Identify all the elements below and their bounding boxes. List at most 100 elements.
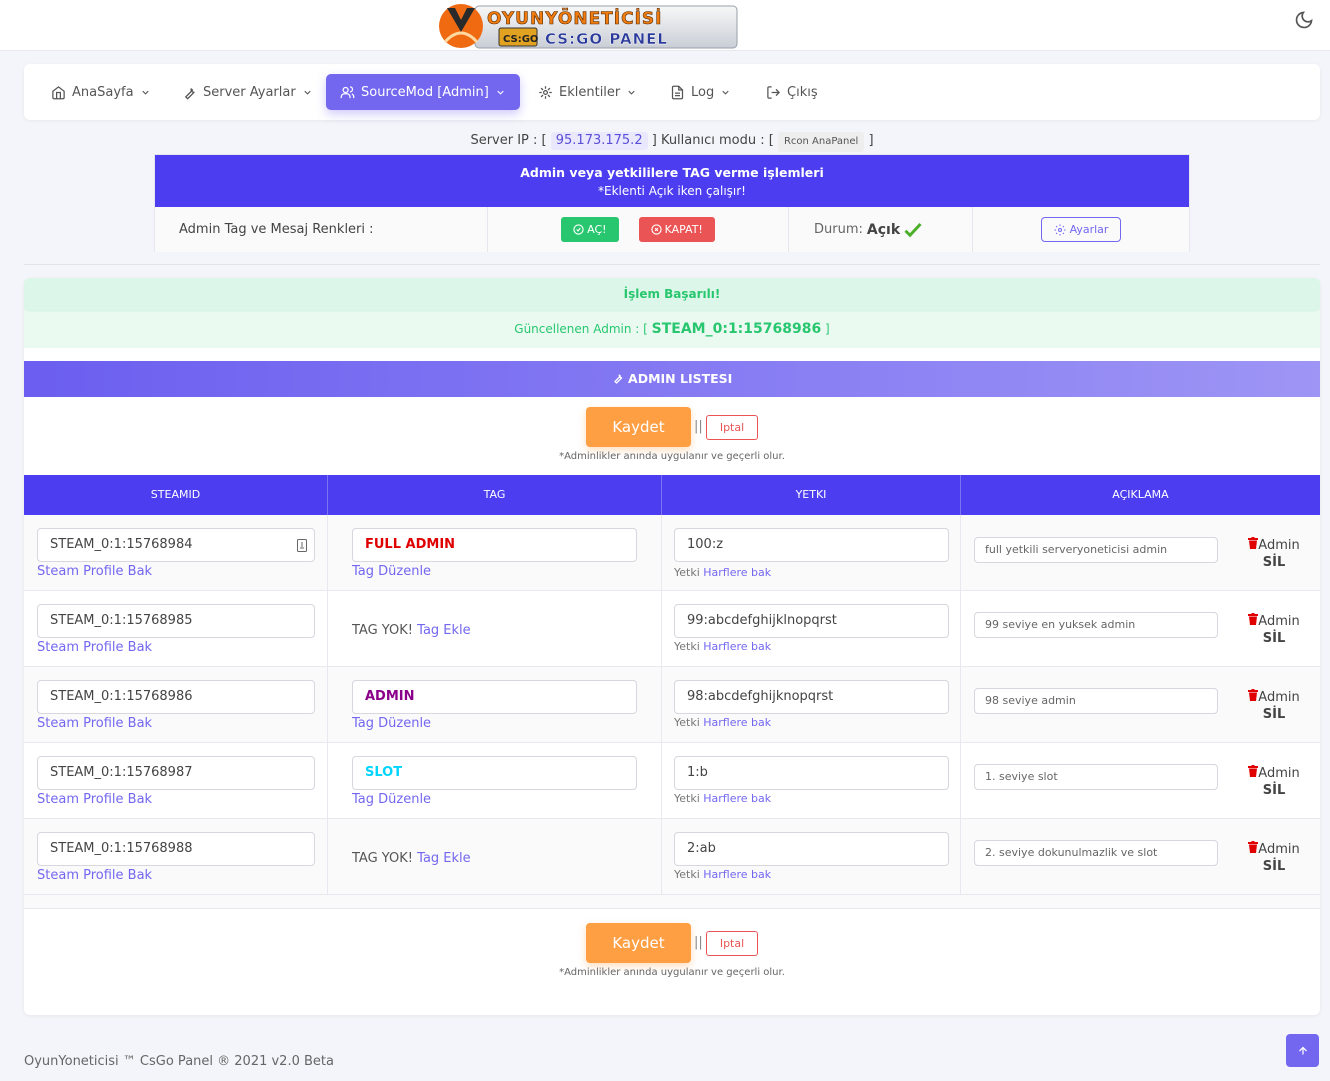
- chevron-down-icon: [141, 90, 149, 95]
- admin-list-header: ADMIN LISTESI: [24, 361, 1320, 397]
- yetki-link[interactable]: Harflere bak: [703, 792, 771, 805]
- delete-label-bottom: SİL: [1262, 631, 1286, 646]
- tag-input[interactable]: ADMIN: [352, 680, 637, 714]
- dark-mode-moon-icon[interactable]: [1294, 10, 1314, 30]
- nav-item-server-ayarlar[interactable]: Server Ayarlar: [182, 74, 313, 110]
- delete-label-top: Admin: [1258, 614, 1300, 629]
- col-aciklama: AÇIKLAMA: [1112, 488, 1169, 501]
- yetki-input[interactable]: 98:abcdefghijknopqrst: [674, 680, 949, 714]
- aciklama-input[interactable]: 1. seviye slot: [974, 764, 1218, 790]
- tag-input[interactable]: FULL ADMIN: [352, 528, 637, 562]
- delete-admin-button[interactable]: Admin SİL: [1246, 841, 1302, 875]
- admin-list-title: ADMIN LISTESI: [628, 371, 733, 386]
- aciklama-input[interactable]: full yetkili serveryoneticisi admin: [974, 537, 1218, 563]
- scroll-to-top-button[interactable]: [1286, 1034, 1319, 1067]
- yetki-label: Yetki: [674, 868, 700, 881]
- success-alert: İşlem Başarılı!: [24, 278, 1320, 310]
- nav-item-sourcemod-admin[interactable]: SourceMod [Admin]: [326, 74, 520, 110]
- wrench-icon: [184, 87, 195, 100]
- updated-admin-alert: Güncellenen Admin : [ STEAM_0:1:15768986…: [24, 312, 1320, 348]
- nav-item-log[interactable]: Log: [670, 74, 731, 110]
- delete-label-top: Admin: [1258, 766, 1300, 781]
- status-label: Durum:: [814, 222, 863, 237]
- yetki-input[interactable]: 2:ab: [674, 832, 949, 866]
- user-mode-chip: Rcon AnaPanel: [777, 132, 865, 152]
- aciklama-input[interactable]: 2. seviye dokunulmazlik ve slot: [974, 840, 1218, 866]
- steamid-input[interactable]: STEAM_0:1:15768987: [37, 756, 315, 790]
- svg-text:CS:GO PANEL: CS:GO PANEL: [545, 30, 668, 48]
- delete-admin-button[interactable]: Admin SİL: [1246, 689, 1302, 723]
- steamid-input[interactable]: STEAM_0:1:15768984: [37, 528, 315, 562]
- status-cell: Durum: Açık: [789, 207, 973, 252]
- disable-button[interactable]: KAPAT!: [638, 217, 715, 242]
- steam-profile-link[interactable]: Steam Profile Bak: [37, 640, 152, 655]
- nav-item-anasayfa[interactable]: AnaSayfa: [51, 74, 151, 110]
- tag-none: TAG YOK! Tag Ekle: [352, 851, 471, 866]
- tag-settings-row: Admin Tag ve Mesaj Renkleri : AÇ! KAPAT!…: [155, 207, 1189, 252]
- aciklama-input[interactable]: 98 seviye admin: [974, 688, 1218, 714]
- aciklama-input[interactable]: 99 seviye en yuksek admin: [974, 612, 1218, 638]
- table-footer-spacer: [24, 895, 1320, 909]
- steamid-input[interactable]: STEAM_0:1:15768986: [37, 680, 315, 714]
- bottom-save-bar: Kaydet || Iptal *Adminlikler anında uygu…: [24, 923, 1320, 983]
- steam-profile-link[interactable]: Steam Profile Bak: [37, 868, 152, 883]
- tag-add-link[interactable]: Tag Ekle: [417, 851, 471, 866]
- yetki-input[interactable]: 99:abcdefghijklnopqrst: [674, 604, 949, 638]
- tag-settings-header: Admin veya yetkililere TAG verme işlemle…: [155, 155, 1189, 207]
- home-icon: [52, 85, 65, 99]
- table-row: STEAM_0:1:15768987 Steam Profile Bak SLO…: [24, 743, 1320, 819]
- nav-item-eklentiler[interactable]: Eklentiler: [538, 74, 637, 110]
- nav-item-cikis[interactable]: Çıkış: [766, 74, 818, 110]
- file-icon: [671, 85, 684, 99]
- users-icon: [340, 85, 355, 98]
- server-info: Server IP : [ 95.173.175.2 ] Kullanıcı m…: [0, 132, 1330, 152]
- nav-label: AnaSayfa: [72, 84, 134, 100]
- steamid-input[interactable]: STEAM_0:1:15768985: [37, 604, 315, 638]
- yetki-input[interactable]: 100:z: [674, 528, 949, 562]
- settings-button[interactable]: Ayarlar: [1040, 217, 1122, 242]
- top-bar: OYUNYÖNETİCİSİ CS:GO CS:GO PANEL: [0, 0, 1330, 51]
- table-row: STEAM_0:1:15768985 Steam Profile Bak TAG…: [24, 591, 1320, 667]
- delete-admin-button[interactable]: Admin SİL: [1246, 537, 1302, 571]
- cancel-button[interactable]: Iptal: [706, 415, 758, 440]
- admin-list-card: İşlem Başarılı! Güncellenen Admin : [ ST…: [24, 278, 1320, 1015]
- footer-text: OyunYoneticisi ™ CsGo Panel ® 2021 v2.0 …: [24, 1054, 334, 1069]
- brand-logo[interactable]: OYUNYÖNETİCİSİ CS:GO CS:GO PANEL: [435, 2, 741, 51]
- cancel-button[interactable]: Iptal: [706, 931, 758, 956]
- save-button[interactable]: Kaydet: [586, 923, 691, 963]
- trash-icon: [1248, 689, 1259, 701]
- tag-edit-link[interactable]: Tag Düzenle: [352, 716, 431, 731]
- yetki-link[interactable]: Harflere bak: [703, 868, 771, 881]
- yetki-link[interactable]: Harflere bak: [703, 716, 771, 729]
- plugin-icon: [539, 85, 552, 99]
- yetki-link[interactable]: Harflere bak: [703, 640, 771, 653]
- table-row: STEAM_0:1:15768988 Steam Profile Bak TAG…: [24, 819, 1320, 895]
- x-circle-icon: [650, 224, 662, 235]
- enable-button[interactable]: AÇ!: [561, 217, 619, 242]
- steam-profile-link[interactable]: Steam Profile Bak: [37, 564, 152, 579]
- trash-icon: [1248, 841, 1259, 853]
- delete-admin-button[interactable]: Admin SİL: [1246, 613, 1302, 647]
- table-header: STEAMID TAG YETKI AÇIKLAMA: [24, 475, 1320, 515]
- chevron-down-icon: [628, 90, 635, 95]
- tag-edit-link[interactable]: Tag Düzenle: [352, 792, 431, 807]
- steam-profile-link[interactable]: Steam Profile Bak: [37, 716, 152, 731]
- save-button[interactable]: Kaydet: [586, 407, 691, 447]
- settings-cell: Ayarlar: [973, 207, 1189, 252]
- tag-input[interactable]: SLOT: [352, 756, 637, 790]
- separator: ||: [694, 935, 703, 950]
- password-manager-icon[interactable]: [296, 539, 308, 552]
- yetki-label: Yetki: [674, 792, 700, 805]
- updated-label: Güncellenen Admin : [: [514, 322, 648, 336]
- table-row: STEAM_0:1:15768986 Steam Profile Bak ADM…: [24, 667, 1320, 743]
- steam-profile-link[interactable]: Steam Profile Bak: [37, 792, 152, 807]
- delete-label-bottom: SİL: [1262, 859, 1286, 874]
- tag-add-link[interactable]: Tag Ekle: [417, 623, 471, 638]
- delete-admin-button[interactable]: Admin SİL: [1246, 765, 1302, 799]
- steamid-input[interactable]: STEAM_0:1:15768988: [37, 832, 315, 866]
- yetki-link[interactable]: Harflere bak: [703, 566, 771, 579]
- tag-edit-link[interactable]: Tag Düzenle: [352, 564, 431, 579]
- tag-none-label: TAG YOK!: [352, 851, 414, 866]
- yetki-input[interactable]: 1:b: [674, 756, 949, 790]
- save-note: *Adminlikler anında uygulanır ve geçerli…: [559, 451, 785, 462]
